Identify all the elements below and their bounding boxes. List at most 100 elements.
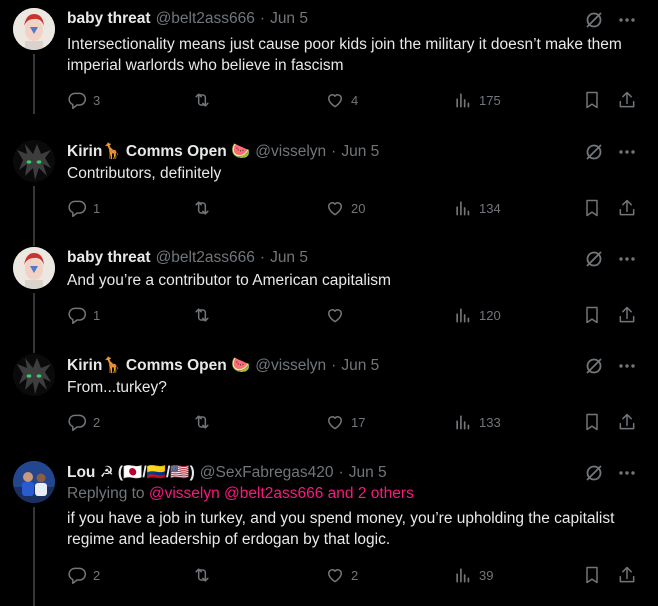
share-icon [617, 198, 637, 218]
reply-count: 2 [93, 567, 101, 583]
action-bar: 2 17 133 [67, 412, 639, 434]
tweet[interactable]: baby threat @belt2ass666 · Jun 5 Interse… [0, 0, 658, 114]
tweet[interactable]: baby threat @belt2ass666 · Jun 5 And you… [0, 239, 658, 353]
reply-icon [67, 412, 87, 432]
action-bar: 3 4 175 [67, 90, 639, 112]
action-bar: 1 20 134 [67, 198, 639, 220]
like-button[interactable] [325, 305, 351, 325]
avatar-image [13, 461, 55, 503]
bookmark-button[interactable] [582, 90, 602, 110]
repost-button[interactable] [192, 198, 218, 218]
avatar[interactable] [13, 247, 55, 289]
grok-icon[interactable] [584, 356, 604, 376]
reply-button[interactable]: 2 [67, 565, 100, 585]
avatar-image [13, 247, 55, 289]
like-button[interactable]: 17 [325, 412, 365, 432]
views-count: 133 [479, 414, 501, 430]
grok-icon[interactable] [584, 10, 604, 30]
repost-button[interactable] [192, 412, 218, 432]
avatar[interactable] [13, 354, 55, 396]
display-name[interactable]: baby threat [67, 249, 151, 267]
views-button[interactable]: 133 [453, 412, 501, 432]
reply-count: 1 [93, 200, 101, 216]
more-icon[interactable] [618, 357, 636, 375]
like-icon [325, 90, 345, 110]
views-button[interactable]: 134 [453, 198, 501, 218]
tweet[interactable]: Kirin🦒 Comms Open 🍉 @visselyn · Jun 5 Co… [0, 132, 658, 246]
display-name[interactable]: Kirin🦒 Comms Open 🍉 [67, 142, 250, 161]
views-count: 134 [479, 200, 501, 216]
reply-button[interactable]: 1 [67, 305, 100, 325]
like-button[interactable]: 2 [325, 565, 358, 585]
more-icon[interactable] [618, 143, 636, 161]
avatar[interactable] [13, 140, 55, 182]
replying-to: Replying to @visselyn @belt2ass666 and 2… [67, 485, 414, 503]
share-button[interactable] [617, 198, 637, 218]
repost-icon [192, 90, 212, 110]
more-icon[interactable] [618, 464, 636, 482]
share-button[interactable] [617, 90, 637, 110]
display-name[interactable]: baby threat [67, 10, 151, 28]
timestamp[interactable]: Jun 5 [349, 464, 387, 482]
grok-icon[interactable] [584, 249, 604, 269]
separator: · [331, 142, 337, 160]
handle[interactable]: @belt2ass666 [156, 10, 255, 28]
avatar[interactable] [13, 8, 55, 50]
tweet-text: From...turkey? [67, 379, 167, 396]
views-button[interactable]: 175 [453, 90, 501, 110]
like-icon [325, 412, 345, 432]
more-icon[interactable] [618, 250, 636, 268]
views-count: 120 [479, 307, 501, 323]
more-icon[interactable] [618, 11, 636, 29]
share-button[interactable] [617, 305, 637, 325]
replying-to-links[interactable]: @visselyn @belt2ass666 and 2 others [149, 485, 414, 502]
tweet-top-actions [584, 249, 636, 269]
tweet-top-actions [584, 142, 636, 162]
views-button[interactable]: 39 [453, 565, 493, 585]
timestamp[interactable]: Jun 5 [270, 249, 308, 267]
grok-icon[interactable] [584, 142, 604, 162]
bookmark-button[interactable] [582, 412, 602, 432]
tweet[interactable]: Lou ☭ (🇯🇵/🇨🇴/🇺🇸) @SexFabregas420 · Jun 5… [0, 453, 658, 606]
repost-button[interactable] [192, 90, 218, 110]
timestamp[interactable]: Jun 5 [270, 10, 308, 28]
reply-button[interactable]: 3 [67, 90, 100, 110]
handle[interactable]: @visselyn [255, 357, 326, 375]
thread-line [33, 507, 35, 606]
views-icon [453, 565, 473, 585]
timestamp[interactable]: Jun 5 [341, 143, 379, 161]
reply-button[interactable]: 1 [67, 198, 100, 218]
like-count: 20 [351, 200, 366, 216]
views-icon [453, 198, 473, 218]
handle[interactable]: @SexFabregas420 [200, 464, 334, 482]
timestamp[interactable]: Jun 5 [341, 357, 379, 375]
avatar[interactable] [13, 461, 55, 503]
views-count: 39 [479, 567, 494, 583]
repost-icon [192, 305, 212, 325]
reply-icon [67, 565, 87, 585]
like-icon [325, 198, 345, 218]
bookmark-button[interactable] [582, 565, 602, 585]
views-button[interactable]: 120 [453, 305, 501, 325]
replying-to-label: Replying to [67, 485, 145, 502]
like-button[interactable]: 20 [325, 198, 365, 218]
repost-button[interactable] [192, 565, 218, 585]
display-name[interactable]: Lou ☭ (🇯🇵/🇨🇴/🇺🇸) [67, 463, 195, 482]
repost-button[interactable] [192, 305, 218, 325]
grok-icon[interactable] [584, 463, 604, 483]
like-button[interactable]: 4 [325, 90, 358, 110]
action-bar: 2 2 39 [67, 565, 639, 587]
reply-button[interactable]: 2 [67, 412, 100, 432]
share-button[interactable] [617, 412, 637, 432]
bookmark-button[interactable] [582, 305, 602, 325]
handle[interactable]: @belt2ass666 [156, 249, 255, 267]
share-icon [617, 305, 637, 325]
display-name[interactable]: Kirin🦒 Comms Open 🍉 [67, 356, 250, 375]
share-button[interactable] [617, 565, 637, 585]
tweet-header: baby threat @belt2ass666 · Jun 5 [67, 10, 308, 28]
handle[interactable]: @visselyn [255, 143, 326, 161]
views-icon [453, 90, 473, 110]
tweet[interactable]: Kirin🦒 Comms Open 🍉 @visselyn · Jun 5 Fr… [0, 346, 658, 453]
like-icon [325, 305, 345, 325]
bookmark-button[interactable] [582, 198, 602, 218]
